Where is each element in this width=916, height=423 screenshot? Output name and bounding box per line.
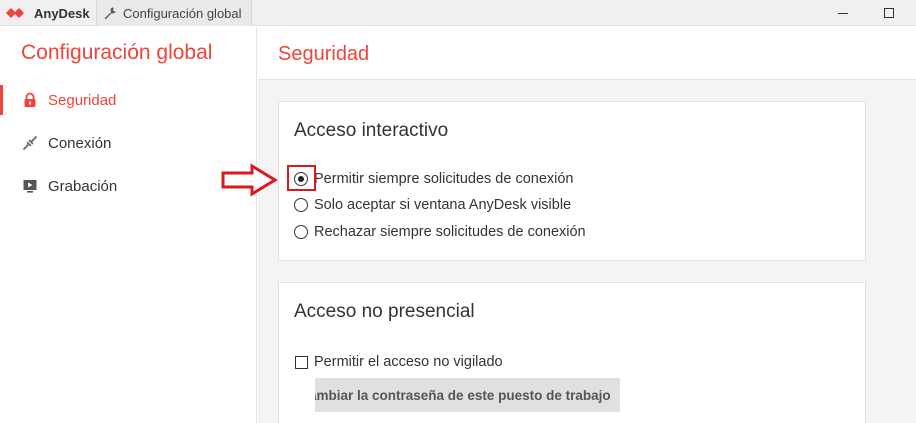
radio-label: Solo aceptar si ventana AnyDesk visible — [314, 197, 572, 213]
card-title: Acceso interactivo — [294, 120, 449, 141]
anydesk-logo-icon — [6, 6, 28, 20]
page-title: Seguridad — [278, 43, 370, 65]
radio-option-always-allow[interactable]: Permitir siempre solicitudes de conexión — [294, 169, 574, 189]
radio-label: Rechazar siempre solicitudes de conexión — [314, 224, 586, 240]
minimize-button[interactable] — [820, 0, 866, 26]
checkbox-label: Permitir el acceso no vigilado — [314, 354, 503, 370]
lock-icon — [22, 92, 38, 108]
radio-option-always-reject[interactable]: Rechazar siempre solicitudes de conexión — [294, 222, 586, 242]
radio-always-reject[interactable] — [294, 225, 308, 239]
minimize-icon — [838, 12, 848, 14]
change-password-button[interactable]: ambiar la contraseña de este puesto de t… — [315, 378, 620, 412]
radio-label: Permitir siempre solicitudes de conexión — [314, 171, 574, 187]
sidebar-item-label: Conexión — [48, 134, 112, 152]
arrow-right-icon — [220, 163, 278, 197]
app-name: AnyDesk — [34, 5, 90, 21]
change-password-button-label: ambiar la contraseña de este puesto de t… — [315, 387, 611, 403]
connection-icon — [22, 135, 38, 151]
unattended-access-card: Acceso no presencial Permitir el acceso … — [278, 282, 866, 423]
sidebar-title: Configuración global — [21, 41, 213, 64]
sidebar-item-grabacion[interactable]: Grabación — [0, 169, 257, 203]
card-title: Acceso no presencial — [294, 301, 475, 322]
radio-only-visible[interactable] — [294, 198, 308, 212]
maximize-button[interactable] — [866, 0, 912, 26]
tab-global-settings[interactable]: Configuración global — [96, 0, 252, 26]
sidebar-item-label: Grabación — [48, 177, 118, 195]
highlight-box — [287, 165, 316, 191]
tab-label: Configuración global — [123, 5, 242, 21]
app-brand[interactable]: AnyDesk — [0, 0, 90, 26]
radio-option-only-visible[interactable]: Solo aceptar si ventana AnyDesk visible — [294, 195, 571, 215]
unattended-access-checkbox[interactable] — [295, 355, 308, 369]
sidebar-item-seguridad[interactable]: Seguridad — [0, 83, 257, 117]
title-bar: AnyDesk Configuración global — [0, 0, 916, 26]
active-indicator — [0, 85, 3, 115]
sidebar-item-conexion[interactable]: Conexión — [0, 126, 257, 160]
page-header: Seguridad — [258, 27, 916, 80]
sidebar: Configuración global Seguridad Conexión — [0, 27, 257, 423]
maximize-icon — [884, 8, 894, 18]
recording-icon — [22, 178, 38, 194]
unattended-access-checkbox-row[interactable]: Permitir el acceso no vigilado — [295, 352, 503, 372]
sidebar-item-label: Seguridad — [48, 91, 117, 109]
wrench-icon — [104, 7, 116, 20]
